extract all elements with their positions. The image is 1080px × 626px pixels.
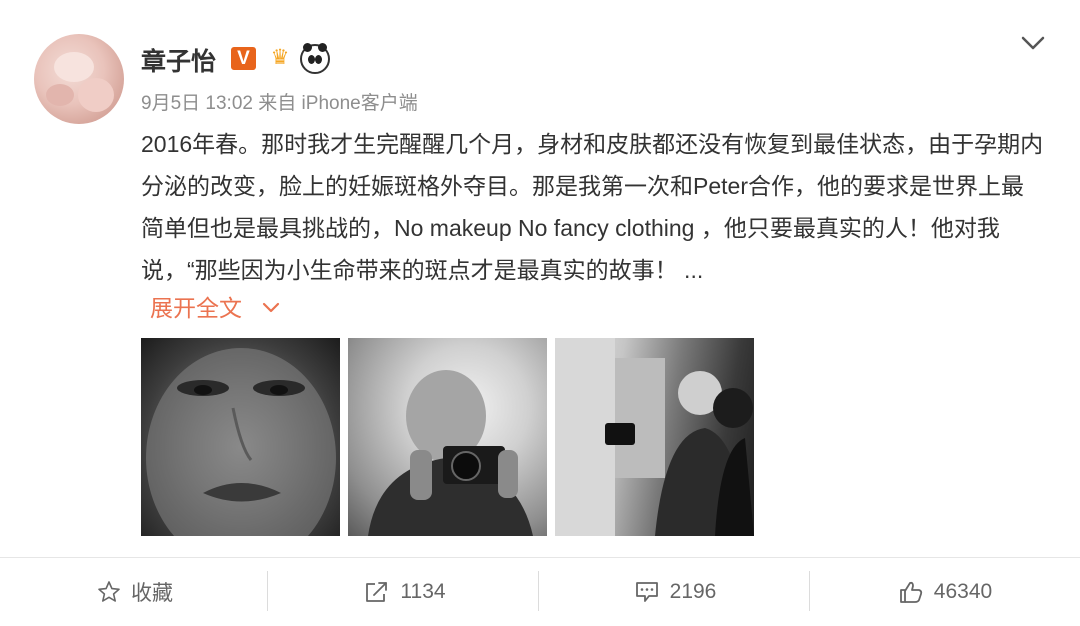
like-button[interactable]: 46340	[810, 558, 1080, 626]
comment-count: 2196	[669, 580, 717, 603]
star-icon	[97, 580, 121, 604]
favorite-button[interactable]: 收藏	[0, 558, 270, 626]
action-separator	[809, 571, 810, 611]
action-separator	[267, 571, 268, 611]
expand-label: 展开全文	[150, 295, 242, 321]
panda-icon	[300, 43, 330, 74]
repost-button[interactable]: 1134	[270, 558, 540, 626]
post-source-prefix: 来自	[258, 93, 297, 114]
verified-v-icon: V	[231, 47, 256, 70]
post-date: 9月5日 13:02	[141, 93, 253, 114]
chevron-down-icon[interactable]	[1021, 34, 1045, 52]
avatar-detail	[78, 78, 114, 112]
share-icon	[364, 580, 390, 604]
post-text: 2016年春。那时我才生完醒醒几个月，身材和皮肤都还没有恢复到最佳状态，由于孕期…	[141, 131, 1044, 283]
post-source[interactable]: iPhone客户端	[302, 93, 418, 114]
thumbs-up-icon	[898, 580, 924, 604]
repost-count: 1134	[400, 580, 446, 603]
post-meta: 9月5日 13:02 来自 iPhone客户端	[141, 88, 418, 115]
crown-icon: ♛	[270, 46, 290, 69]
post-photo[interactable]	[348, 338, 547, 536]
post-photo[interactable]	[141, 338, 340, 536]
username[interactable]: 章子怡	[141, 42, 216, 78]
action-bar: 收藏 1134 2196 46340	[0, 558, 1080, 626]
avatar-detail	[54, 52, 94, 82]
chevron-down-icon	[262, 298, 280, 319]
like-count: 46340	[933, 580, 993, 603]
post-photo[interactable]	[555, 338, 754, 536]
favorite-label: 收藏	[131, 582, 173, 605]
comment-icon	[634, 580, 660, 604]
avatar-detail	[46, 84, 74, 106]
comment-button[interactable]: 2196	[540, 558, 810, 626]
avatar[interactable]	[34, 34, 124, 124]
expand-full-text-button[interactable]: 展开全文	[150, 289, 280, 323]
action-separator	[538, 571, 539, 611]
